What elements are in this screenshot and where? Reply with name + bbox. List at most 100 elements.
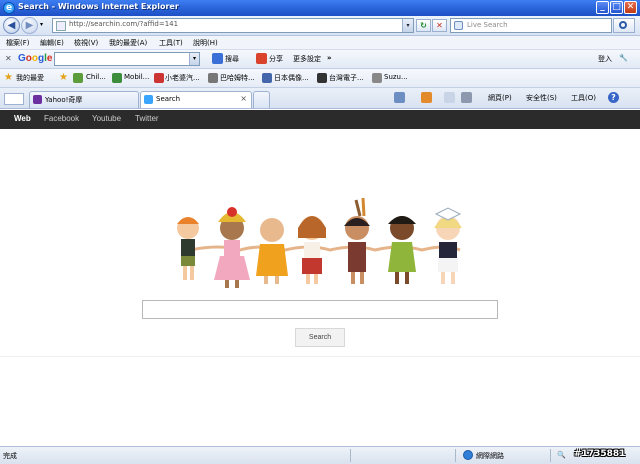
ie-logo-icon: e xyxy=(3,2,15,14)
refresh-button[interactable]: ↻ xyxy=(416,19,431,32)
child-figure xyxy=(298,216,326,284)
google-search-dropdown[interactable]: ▾ xyxy=(189,53,199,65)
address-dropdown-button[interactable]: ▾ xyxy=(402,19,413,32)
favorites-center-button[interactable]: 我的最愛 xyxy=(16,73,44,83)
favorite-link-4[interactable]: 巴哈姆特... xyxy=(220,73,255,83)
nav-web[interactable]: Web xyxy=(14,114,31,123)
tab-yahoo[interactable]: Yahoo!奇摩 xyxy=(29,91,139,108)
favorite-site-icon xyxy=(112,73,122,83)
nav-youtube[interactable]: Youtube xyxy=(92,114,121,123)
status-divider xyxy=(455,449,456,462)
menu-tools[interactable]: 工具(T) xyxy=(159,38,183,48)
favorites-bar: ★ 我的最愛 ★ Chil... Mobil... 小老婆汽... 巴哈姆特..… xyxy=(0,69,640,88)
sign-in-button[interactable]: 登入 xyxy=(598,54,612,64)
add-favorite-icon[interactable]: ★ xyxy=(59,73,68,83)
window-title: Search - Windows Internet Explorer xyxy=(18,2,179,11)
close-tab-icon[interactable]: × xyxy=(240,94,247,103)
search-button[interactable]: Search xyxy=(295,328,345,347)
stop-button[interactable]: ✕ xyxy=(432,19,447,32)
favorite-link-6[interactable]: 台灣電子... xyxy=(329,73,364,83)
minimize-button[interactable]: _ xyxy=(596,1,609,14)
close-window-button[interactable]: ✕ xyxy=(624,1,637,14)
globe-icon xyxy=(463,450,473,460)
ie-page-icon xyxy=(144,95,153,104)
google-logo: Google xyxy=(18,53,52,64)
status-divider xyxy=(550,449,551,462)
search-icon xyxy=(619,21,627,29)
children-illustration xyxy=(177,198,462,288)
google-search-input[interactable]: ▾ xyxy=(54,52,200,66)
child-figure xyxy=(256,218,288,284)
tab-label: Search xyxy=(156,95,181,103)
favorite-site-icon xyxy=(73,73,83,83)
wrench-icon[interactable]: 🔧 xyxy=(619,54,628,62)
tools-menu[interactable]: 工具(O) xyxy=(571,93,596,103)
favorite-link-1[interactable]: Chil... xyxy=(86,73,106,81)
quick-tabs-icon[interactable] xyxy=(4,93,24,105)
favorite-link-7[interactable]: Suzu... xyxy=(384,73,408,81)
favorite-site-icon xyxy=(262,73,272,83)
live-search-icon xyxy=(454,21,463,30)
nav-facebook[interactable]: Facebook xyxy=(44,114,79,123)
address-toolbar: ◀ ▶ ▾ http://searchin.com/?affid=141 ▾ ↻… xyxy=(0,16,640,36)
menu-favorites[interactable]: 我的最愛(A) xyxy=(109,38,147,48)
more-chevron-icon[interactable]: » xyxy=(327,54,332,62)
menu-file[interactable]: 檔案(F) xyxy=(6,38,30,48)
google-toolbar: ✕ Google ▾ 搜尋 分享 更多設定 » 登入 🔧 xyxy=(0,50,640,69)
favorite-link-5[interactable]: 日本偶像... xyxy=(274,73,309,83)
live-search-placeholder: Live Search xyxy=(467,21,508,29)
status-bar: 完成 網際網路 🔍 xyxy=(0,446,640,464)
page-menu[interactable]: 網頁(P) xyxy=(488,93,512,103)
google-logo-letter: e xyxy=(46,53,53,64)
favorite-site-icon xyxy=(208,73,218,83)
content-divider xyxy=(0,356,640,357)
menu-help[interactable]: 說明(H) xyxy=(193,38,218,48)
google-search-button[interactable]: 搜尋 xyxy=(225,54,239,64)
child-figure xyxy=(388,216,416,284)
favorite-link-3[interactable]: 小老婆汽... xyxy=(165,73,200,83)
menu-bar: 檔案(F) 編輯(E) 檢視(V) 我的最愛(A) 工具(T) 說明(H) xyxy=(0,36,640,50)
favorite-site-icon xyxy=(372,73,382,83)
favorite-site-icon xyxy=(317,73,327,83)
favorite-site-icon xyxy=(154,73,164,83)
favorite-link-2[interactable]: Mobil... xyxy=(124,73,149,81)
share-icon xyxy=(256,53,267,64)
watermark: #1735881 xyxy=(574,449,626,459)
security-zone[interactable]: 網際網路 xyxy=(476,451,504,461)
help-icon[interactable]: ? xyxy=(608,92,619,103)
safety-menu[interactable]: 安全性(S) xyxy=(526,93,557,103)
page-icon xyxy=(56,21,66,31)
back-button[interactable]: ◀ xyxy=(3,17,20,34)
new-tab-button[interactable] xyxy=(253,91,270,108)
tab-bar: Yahoo!奇摩 Search × 網頁(P) 安全性(S) 工具(O) ? xyxy=(0,88,640,109)
yahoo-icon xyxy=(33,95,42,104)
menu-view[interactable]: 檢視(V) xyxy=(74,38,98,48)
google-search-icon xyxy=(212,53,223,64)
tab-label: Yahoo!奇摩 xyxy=(45,96,83,104)
address-url[interactable]: http://searchin.com/?affid=141 xyxy=(69,20,178,28)
address-bar[interactable]: http://searchin.com/?affid=141 ▾ xyxy=(52,18,414,33)
mail-icon[interactable] xyxy=(444,92,455,103)
zoom-icon[interactable]: 🔍 xyxy=(557,451,566,459)
status-text: 完成 xyxy=(3,452,17,460)
menu-edit[interactable]: 編輯(E) xyxy=(40,38,64,48)
title-bar: e Search - Windows Internet Explorer _ □… xyxy=(0,0,640,16)
status-divider xyxy=(350,449,351,462)
forward-button[interactable]: ▶ xyxy=(21,17,38,34)
print-icon[interactable] xyxy=(461,92,472,103)
more-settings-button[interactable]: 更多設定 xyxy=(293,54,321,64)
nav-twitter[interactable]: Twitter xyxy=(135,114,159,123)
site-nav: Web Facebook Youtube Twitter xyxy=(0,110,640,129)
tab-search[interactable]: Search × xyxy=(140,91,252,108)
live-search-input[interactable]: Live Search xyxy=(450,18,612,33)
feeds-icon[interactable] xyxy=(421,92,432,103)
recent-pages-dropdown[interactable]: ▾ xyxy=(40,21,43,28)
live-search-button[interactable] xyxy=(613,18,635,33)
home-icon[interactable] xyxy=(394,92,405,103)
google-logo-letter: G xyxy=(18,53,26,64)
maximize-button[interactable]: □ xyxy=(610,1,623,14)
share-button[interactable]: 分享 xyxy=(269,54,283,64)
favorites-star-icon: ★ xyxy=(4,72,13,83)
search-input[interactable] xyxy=(142,300,498,319)
close-toolbar-icon[interactable]: ✕ xyxy=(5,54,12,63)
